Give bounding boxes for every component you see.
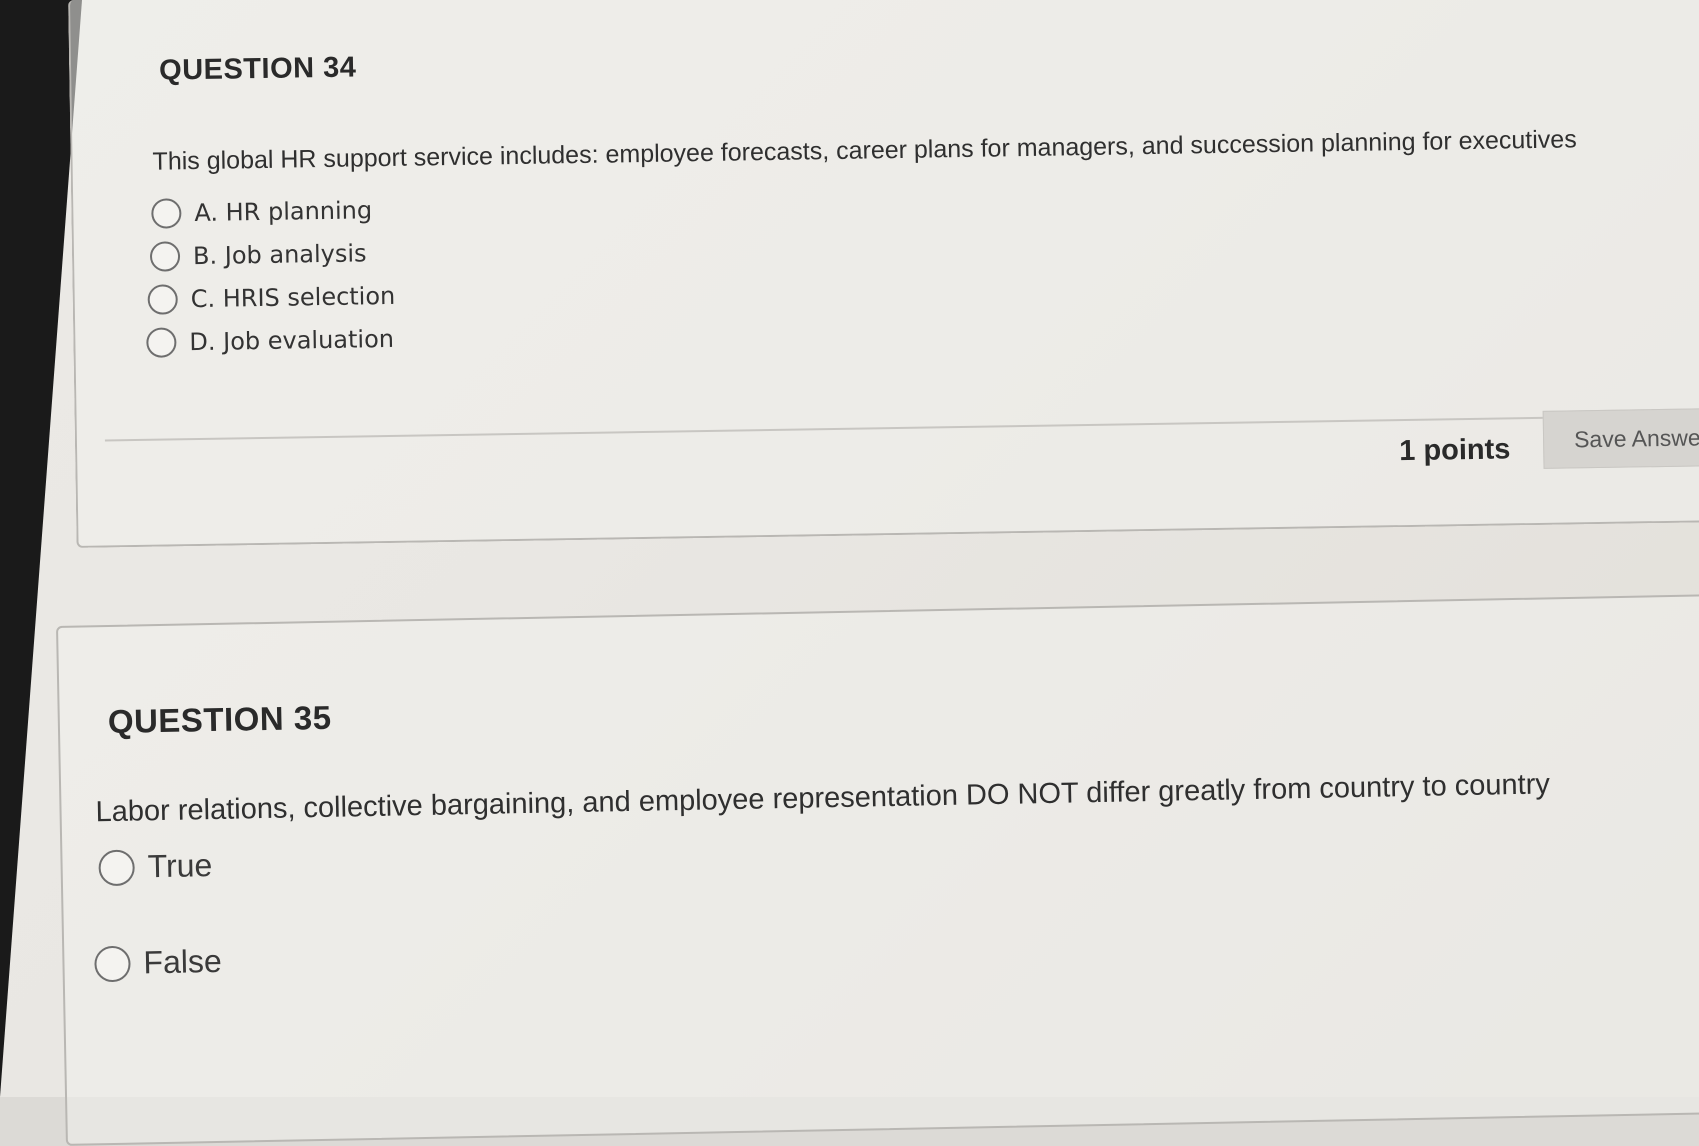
question-34-text: This global HR support service includes:…: [152, 125, 1577, 176]
radio-unselected-icon[interactable]: [146, 327, 177, 358]
question-35-heading: QUESTION 35: [107, 698, 332, 741]
radio-unselected-icon[interactable]: [147, 284, 178, 315]
choice-false[interactable]: False: [94, 943, 222, 982]
choice-label: C. HRIS selection: [190, 281, 396, 314]
choice-c-hris-selection[interactable]: C. HRIS selection: [147, 281, 395, 315]
question-35-card: QUESTION 35 Labor relations, collective …: [56, 593, 1699, 1146]
radio-unselected-icon[interactable]: [149, 241, 181, 272]
choice-label: False: [143, 942, 223, 981]
choice-label: True: [147, 847, 213, 885]
radio-unselected-icon[interactable]: [98, 849, 135, 886]
choice-d-job-evaluation[interactable]: D. Job evaluation: [146, 324, 394, 358]
choice-b-job-analysis[interactable]: B. Job analysis: [149, 238, 367, 272]
question-34-card: QUESTION 34 This global HR support servi…: [68, 0, 1699, 548]
question-35-text: Labor relations, collective bargaining, …: [95, 768, 1551, 829]
choice-label: D. Job evaluation: [189, 324, 395, 357]
question-34-heading: QUESTION 34: [158, 51, 357, 87]
points-label: 1 points: [1398, 433, 1511, 468]
save-answer-button[interactable]: Save Answe: [1542, 407, 1699, 469]
choice-a-hr-planning[interactable]: A. HR planning: [151, 195, 373, 229]
choice-label: B. Job analysis: [192, 239, 367, 271]
radio-unselected-icon[interactable]: [94, 945, 131, 982]
choice-true[interactable]: True: [98, 847, 213, 886]
radio-unselected-icon[interactable]: [151, 198, 182, 229]
choice-label: A. HR planning: [194, 196, 373, 228]
